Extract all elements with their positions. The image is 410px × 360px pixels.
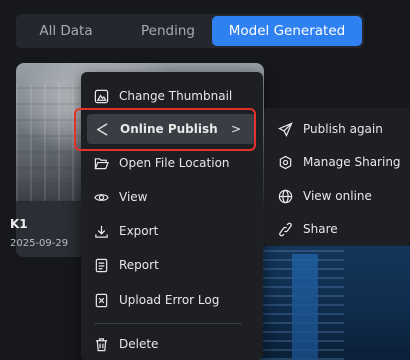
tab-model-generated[interactable]: Model Generated <box>212 16 362 46</box>
menu-item-delete[interactable]: Delete <box>81 329 263 359</box>
menu-item-label: Report <box>119 258 159 272</box>
eye-icon <box>94 190 109 205</box>
image-icon <box>94 89 109 104</box>
folder-open-icon <box>94 156 109 171</box>
menu-item-label: Delete <box>119 337 159 351</box>
download-icon <box>94 224 109 239</box>
submenu-item-manage-sharing[interactable]: Manage Sharing <box>264 148 410 176</box>
app-window: All Data Pending Model Generated K1 2025… <box>0 0 410 360</box>
menu-item-label: Upload Error Log <box>119 293 220 307</box>
tab-all-data[interactable]: All Data <box>22 16 110 46</box>
menu-item-export[interactable]: Export <box>81 216 263 246</box>
menu-item-report[interactable]: Report <box>81 250 263 280</box>
menu-item-open-file-location[interactable]: Open File Location <box>81 148 263 178</box>
file-error-icon <box>94 293 109 308</box>
tab-pending[interactable]: Pending <box>122 16 214 46</box>
menu-divider <box>94 323 242 324</box>
menu-item-label: Open File Location <box>119 156 230 170</box>
submenu-item-label: Publish again <box>303 122 383 136</box>
submenu-item-publish-again[interactable]: Publish again <box>264 115 410 143</box>
submenu-item-view-online[interactable]: View online <box>264 182 410 210</box>
data-preview-bars <box>292 254 318 360</box>
globe-icon <box>278 189 293 204</box>
submenu-item-share[interactable]: Share <box>264 215 410 243</box>
online-publish-submenu: Publish again Manage Sharing View online… <box>264 108 410 246</box>
link-icon <box>278 222 293 237</box>
send-icon <box>278 121 293 137</box>
menu-item-view[interactable]: View <box>81 182 263 212</box>
menu-item-label: View <box>119 190 148 204</box>
trash-icon <box>94 337 109 352</box>
settings-share-icon <box>278 155 293 170</box>
submenu-item-label: Manage Sharing <box>303 155 401 169</box>
submenu-item-label: Share <box>303 222 338 236</box>
card-title: K1 <box>10 217 28 231</box>
card-date: 2025-09-29 1 <box>10 238 68 249</box>
document-icon <box>94 258 109 273</box>
highlight-annotation-box <box>74 108 256 151</box>
menu-item-change-thumbnail[interactable]: Change Thumbnail <box>81 81 263 111</box>
menu-item-label: Change Thumbnail <box>119 89 233 103</box>
submenu-item-label: View online <box>303 189 372 203</box>
menu-item-upload-error-log[interactable]: Upload Error Log <box>81 285 263 315</box>
menu-item-label: Export <box>119 224 159 238</box>
filter-tabs: All Data Pending Model Generated <box>16 14 364 48</box>
